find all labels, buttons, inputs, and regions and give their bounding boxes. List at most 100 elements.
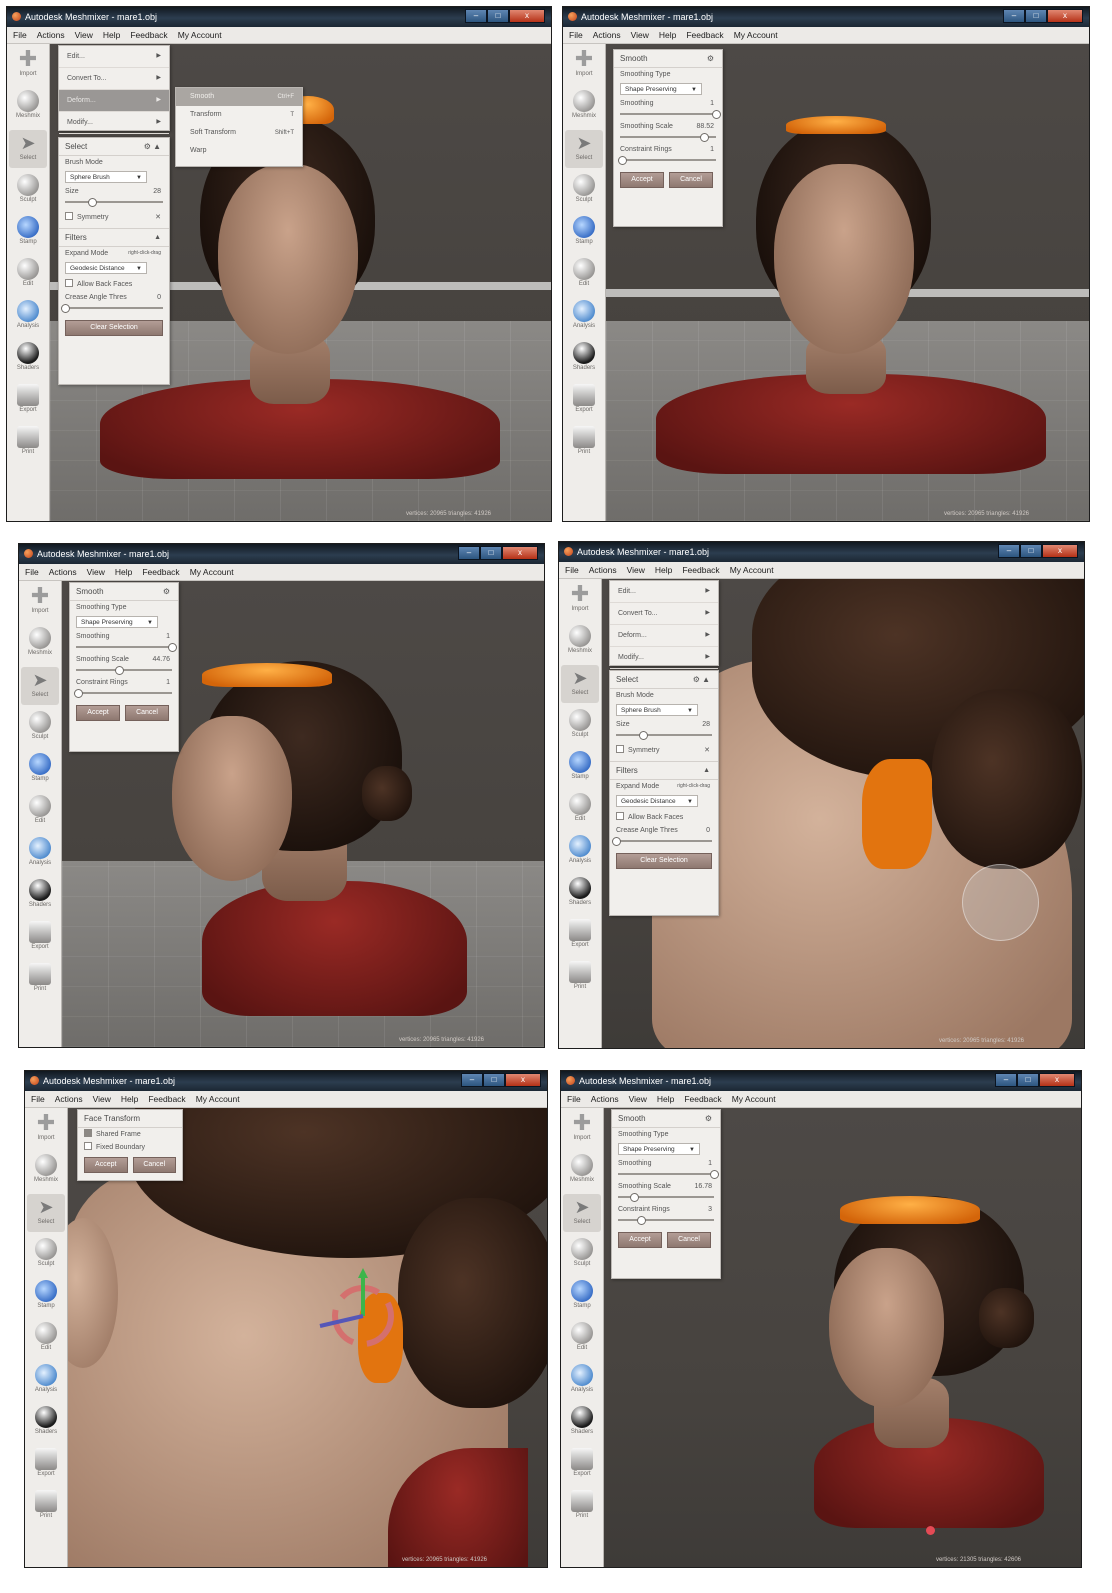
slider-knob[interactable] — [115, 666, 125, 675]
tool-import[interactable]: ✚ Import — [27, 1110, 65, 1148]
brush-mode-dropdown[interactable]: Sphere Brush ▼ — [616, 704, 698, 716]
tool-edit[interactable]: Edit — [21, 793, 59, 831]
smoothing-type-dropdown[interactable]: Shape Preserving ▼ — [76, 616, 158, 628]
tool-select[interactable]: ➤ Select — [561, 665, 599, 703]
menu-item-deform[interactable]: Deform... ▶ — [610, 625, 718, 647]
slider-knob[interactable] — [88, 198, 98, 207]
gear-icon[interactable]: ⚙ — [163, 583, 170, 600]
menu-actions[interactable]: Actions — [589, 562, 617, 578]
close-button[interactable]: x — [1039, 1073, 1075, 1087]
tool-import[interactable]: ✚ Import — [563, 1110, 601, 1148]
tool-shaders[interactable]: Shaders — [21, 877, 59, 915]
menu-file[interactable]: File — [565, 562, 579, 578]
tool-shaders[interactable]: Shaders — [565, 340, 603, 378]
smoothing-type-dropdown[interactable]: Shape Preserving ▼ — [620, 83, 702, 95]
menu-actions[interactable]: Actions — [591, 1091, 619, 1107]
menu-file[interactable]: File — [13, 27, 27, 43]
x-axis-handle[interactable] — [319, 1314, 364, 1328]
tool-analysis[interactable]: Analysis — [565, 298, 603, 336]
tool-sculpt[interactable]: Sculpt — [21, 709, 59, 747]
back-faces-checkbox[interactable] — [65, 279, 73, 287]
flyout-smooth[interactable]: Smooth Ctrl+F — [176, 88, 302, 106]
maximize-button[interactable]: □ — [480, 546, 502, 560]
menu-item-convert[interactable]: Convert To... ▶ — [610, 603, 718, 625]
tool-select[interactable]: ➤ Select — [565, 130, 603, 168]
tool-edit[interactable]: Edit — [9, 256, 47, 294]
tool-select[interactable]: ➤ Select — [9, 130, 47, 168]
accept-button[interactable]: Accept — [84, 1157, 128, 1173]
gear-icon[interactable]: ⚙ — [705, 1110, 712, 1127]
tool-shaders[interactable]: Shaders — [27, 1404, 65, 1442]
tool-analysis[interactable]: Analysis — [27, 1362, 65, 1400]
tool-edit[interactable]: Edit — [561, 791, 599, 829]
slider-knob[interactable] — [61, 304, 70, 313]
accept-button[interactable]: Accept — [76, 705, 120, 721]
flyout-transform[interactable]: Transform T — [176, 106, 302, 124]
menu-item-modify[interactable]: Modify... ▶ — [59, 112, 169, 134]
cancel-button[interactable]: Cancel — [125, 705, 169, 721]
tool-export[interactable]: Export — [565, 382, 603, 420]
expand-mode-dropdown[interactable]: Geodesic Distance ▼ — [65, 262, 147, 274]
minimize-button[interactable]: – — [995, 1073, 1017, 1087]
minimize-button[interactable]: – — [1003, 9, 1025, 23]
gear-icon[interactable]: ⚙ ▲ — [144, 138, 161, 155]
menu-my-account[interactable]: My Account — [732, 1091, 776, 1107]
menu-my-account[interactable]: My Account — [178, 27, 222, 43]
tool-shaders[interactable]: Shaders — [561, 875, 599, 913]
tool-meshmix[interactable]: Meshmix — [565, 88, 603, 126]
menu-file[interactable]: File — [569, 27, 583, 43]
menu-item-convert[interactable]: Convert To... ▶ — [59, 68, 169, 90]
tool-stamp[interactable]: Stamp — [27, 1278, 65, 1316]
slider-knob[interactable] — [617, 156, 627, 165]
menu-view[interactable]: View — [75, 27, 93, 43]
tool-export[interactable]: Export — [563, 1446, 601, 1484]
close-button[interactable]: x — [509, 9, 545, 23]
clear-selection-button[interactable]: Clear Selection — [616, 853, 712, 869]
tool-stamp[interactable]: Stamp — [21, 751, 59, 789]
symmetry-row[interactable]: Symmetry ✕ — [610, 741, 718, 761]
size-slider[interactable] — [65, 198, 163, 207]
gear-icon[interactable]: ⚙ — [707, 50, 714, 67]
size-slider[interactable] — [616, 731, 712, 740]
tool-sculpt[interactable]: Sculpt — [563, 1236, 601, 1274]
tool-export[interactable]: Export — [9, 382, 47, 420]
gear-icon[interactable]: ⚙ ▲ — [693, 671, 710, 688]
filters-header[interactable]: Filters ▲ — [610, 761, 718, 780]
tool-print[interactable]: Print — [21, 961, 59, 999]
close-button[interactable]: x — [502, 546, 538, 560]
menu-item-edit[interactable]: Edit... ▶ — [59, 46, 169, 68]
tool-analysis[interactable]: Analysis — [9, 298, 47, 336]
tool-import[interactable]: ✚ Import — [21, 583, 59, 621]
menu-actions[interactable]: Actions — [37, 27, 65, 43]
tool-meshmix[interactable]: Meshmix — [561, 623, 599, 661]
scale-slider[interactable] — [618, 1193, 714, 1202]
tool-shaders[interactable]: Shaders — [563, 1404, 601, 1442]
fixed-boundary-checkbox[interactable] — [84, 1142, 92, 1150]
transform-gizmo[interactable] — [308, 1268, 408, 1368]
maximize-button[interactable]: □ — [483, 1073, 505, 1087]
menu-actions[interactable]: Actions — [593, 27, 621, 43]
expand-mode-dropdown[interactable]: Geodesic Distance ▼ — [616, 795, 698, 807]
menu-file[interactable]: File — [25, 564, 39, 580]
scale-slider[interactable] — [76, 666, 172, 675]
maximize-button[interactable]: □ — [487, 9, 509, 23]
menu-view[interactable]: View — [631, 27, 649, 43]
slider-knob[interactable] — [638, 731, 648, 740]
slider-knob[interactable] — [73, 689, 83, 698]
rings-slider[interactable] — [618, 1216, 714, 1225]
tool-print[interactable]: Print — [565, 424, 603, 462]
tool-stamp[interactable]: Stamp — [561, 749, 599, 787]
slider-knob[interactable] — [712, 110, 721, 119]
tool-export[interactable]: Export — [21, 919, 59, 957]
tool-print[interactable]: Print — [563, 1488, 601, 1526]
menu-help[interactable]: Help — [115, 564, 132, 580]
cancel-button[interactable]: Cancel — [132, 1157, 176, 1173]
menu-help[interactable]: Help — [659, 27, 676, 43]
slider-knob[interactable] — [700, 133, 710, 142]
smoothing-slider[interactable] — [620, 110, 721, 119]
menu-my-account[interactable]: My Account — [196, 1091, 240, 1107]
menu-help[interactable]: Help — [103, 27, 120, 43]
menu-actions[interactable]: Actions — [49, 564, 77, 580]
menu-feedback[interactable]: Feedback — [148, 1091, 185, 1107]
minimize-button[interactable]: – — [998, 544, 1020, 558]
